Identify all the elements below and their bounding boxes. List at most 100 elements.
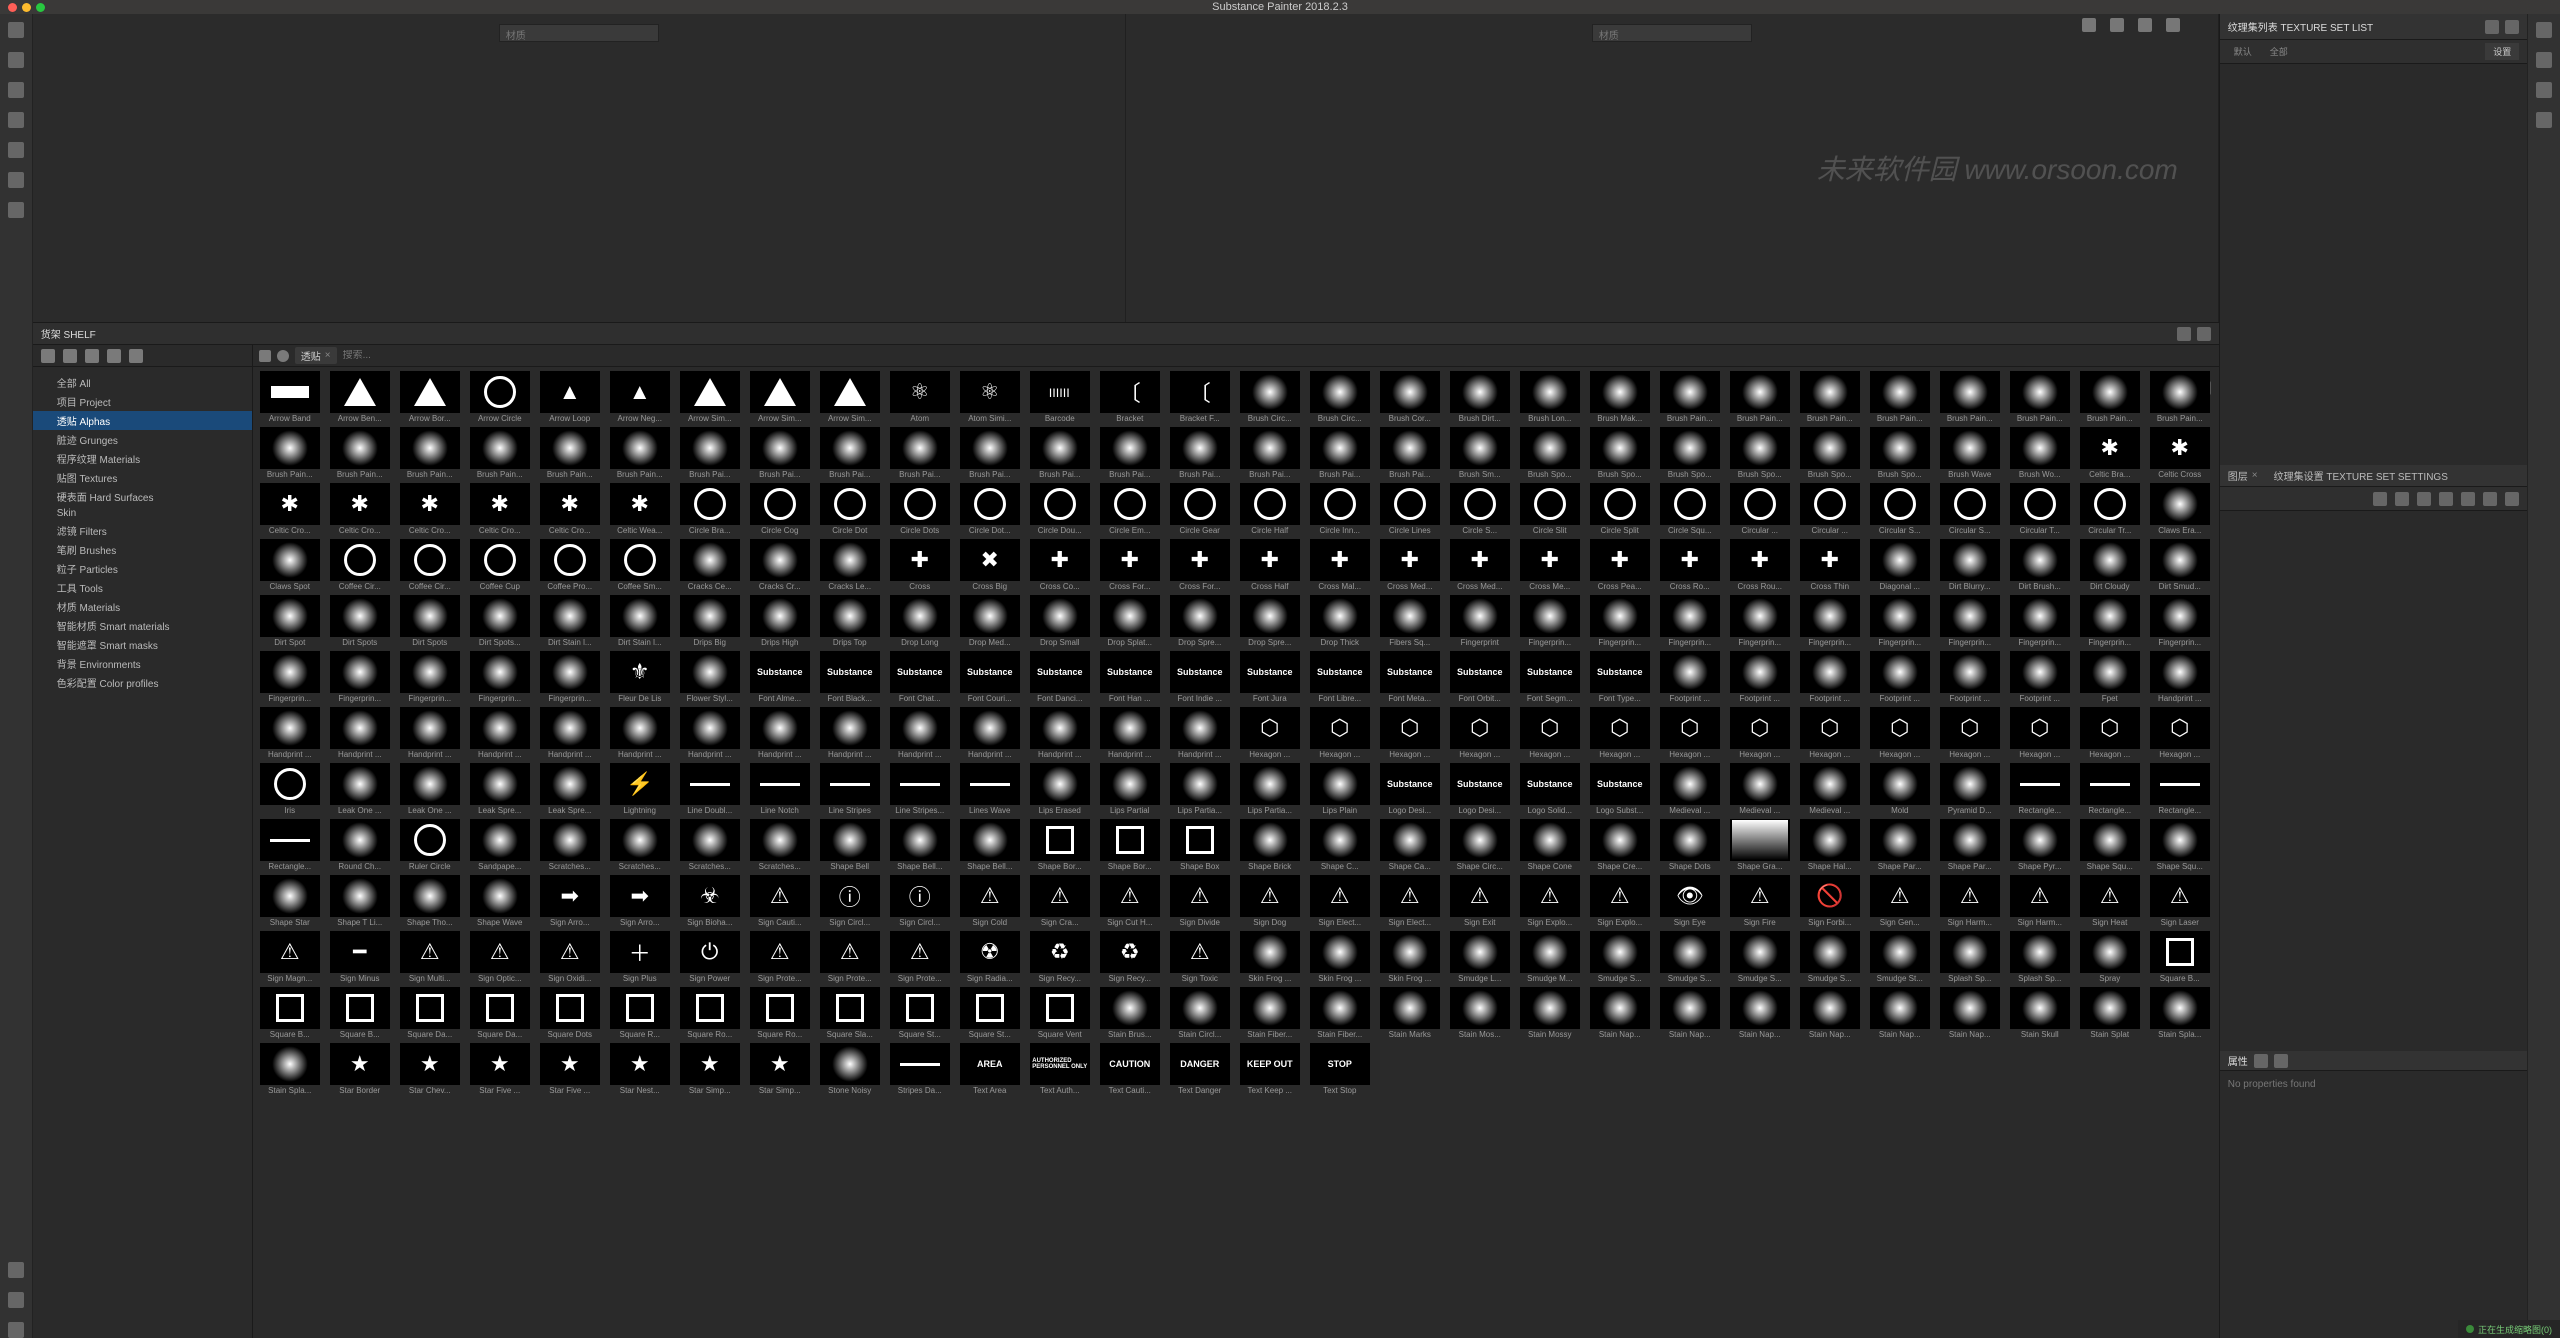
shelf-item[interactable]: Shape Dots <box>1657 819 1723 871</box>
shelf-item[interactable]: Lines Wave <box>957 763 1023 815</box>
shelf-item[interactable]: Handprint ... <box>1097 707 1163 759</box>
shelf-item[interactable]: Circle S... <box>1447 483 1513 535</box>
shelf-import-icon[interactable] <box>63 349 77 363</box>
shelf-item[interactable]: Handprint ... <box>677 707 743 759</box>
shelf-item[interactable]: SubstanceFont Jura <box>1237 651 1303 703</box>
shelf-item[interactable]: ★Star Simp... <box>677 1043 743 1095</box>
shelf-item[interactable]: STOPText Stop <box>1307 1043 1373 1095</box>
shelf-item[interactable]: ⬡Hexagon ... <box>2077 707 2143 759</box>
shelf-item[interactable]: Shape Cre... <box>1587 819 1653 871</box>
shelf-item[interactable]: ⬡Hexagon ... <box>2147 707 2213 759</box>
shelf-item[interactable]: Brush Spo... <box>1657 427 1723 479</box>
shelf-item[interactable]: Fingerprint <box>1447 595 1513 647</box>
add-smart-material-icon[interactable] <box>2417 492 2431 506</box>
shelf-item[interactable]: Brush Spo... <box>1797 427 1863 479</box>
shelf-item[interactable]: ✱Celtic Cross <box>2147 427 2213 479</box>
shelf-item[interactable]: Fingerprin... <box>1797 595 1863 647</box>
shelf-item[interactable]: Dirt Blurry... <box>1937 539 2003 591</box>
shelf-item[interactable]: Brush Pain... <box>1657 371 1723 423</box>
shelf-item[interactable]: Circle Dou... <box>1027 483 1093 535</box>
shelf-item[interactable]: Square Ro... <box>747 987 813 1039</box>
log-icon[interactable] <box>2536 112 2552 128</box>
shelf-item[interactable]: ✚Cross <box>887 539 953 591</box>
shelf-item[interactable]: ||||||Barcode <box>1027 371 1093 423</box>
shelf-close-icon[interactable] <box>2197 327 2211 341</box>
shelf-item[interactable]: Handprint ... <box>257 707 323 759</box>
shelf-item[interactable]: Circle Slit <box>1517 483 1583 535</box>
shelf-item[interactable]: Square B... <box>257 987 323 1039</box>
shelf-item[interactable]: ⚠Sign Optic... <box>467 931 533 983</box>
shelf-category[interactable]: 贴图 Textures <box>33 468 252 487</box>
shelf-category[interactable]: 项目 Project <box>33 392 252 411</box>
shelf-item[interactable]: Lips Plain <box>1307 763 1373 815</box>
shelf-item[interactable]: Rectangle... <box>2147 763 2213 815</box>
shelf-item[interactable]: Brush Pain... <box>1797 371 1863 423</box>
shelf-item[interactable]: ➡Sign Arro... <box>537 875 603 927</box>
shelf-item[interactable]: Drop Thick <box>1307 595 1373 647</box>
shelf-item[interactable]: Stain Brus... <box>1097 987 1163 1039</box>
shelf-item[interactable]: Fingerprin... <box>2077 595 2143 647</box>
panel-popout-icon[interactable] <box>2485 20 2499 34</box>
shelf-item[interactable]: Circle Squ... <box>1657 483 1723 535</box>
props-close-icon[interactable] <box>2274 1054 2288 1068</box>
shelf-item[interactable]: SubstanceFont Type... <box>1587 651 1653 703</box>
shelf-item[interactable]: Splash Sp... <box>1937 931 2003 983</box>
shelf-item[interactable]: Coffee Cir... <box>327 539 393 591</box>
shelf-item[interactable]: ⬡Hexagon ... <box>1307 707 1373 759</box>
paint-tool-icon[interactable] <box>8 22 24 38</box>
shelf-item[interactable]: SubstanceLogo Subst... <box>1587 763 1653 815</box>
shelf-item[interactable]: Stripes Da... <box>887 1043 953 1095</box>
shelf-item[interactable]: Footprint ... <box>1727 651 1793 703</box>
shelf-item[interactable]: Skin Frog ... <box>1307 931 1373 983</box>
shelf-item[interactable]: Shape Bor... <box>1097 819 1163 871</box>
shelf-category[interactable]: 脏迹 Grunges <box>33 430 252 449</box>
shelf-item[interactable]: ⚛Atom <box>887 371 953 423</box>
shelf-item[interactable]: Square St... <box>957 987 1023 1039</box>
shelf-item[interactable]: Shape Cone <box>1517 819 1583 871</box>
shelf-item[interactable]: Stain Nap... <box>1727 987 1793 1039</box>
eraser-tool-icon[interactable] <box>8 52 24 68</box>
shelf-popout-icon[interactable] <box>2177 327 2191 341</box>
shelf-item[interactable]: ★Star Simp... <box>747 1043 813 1095</box>
shelf-item[interactable]: ✚Cross Mal... <box>1307 539 1373 591</box>
shelf-item[interactable]: SubstanceLogo Desi... <box>1447 763 1513 815</box>
shelf-item[interactable]: Stain Mossy <box>1517 987 1583 1039</box>
shelf-item[interactable]: Brush Wave <box>1937 427 2003 479</box>
shelf-item[interactable]: Brush Pain... <box>1867 371 1933 423</box>
shelf-item[interactable]: ✖Cross Big <box>957 539 1023 591</box>
shelf-item[interactable]: Brush Dirt... <box>1447 371 1513 423</box>
shelf-item[interactable]: ⚠Sign Laser <box>2147 875 2213 927</box>
shelf-item[interactable]: ⏻Sign Power <box>677 931 743 983</box>
shelf-item[interactable]: Brush Pain... <box>397 427 463 479</box>
shelf-category[interactable]: 硬表面 Hard Surfaces <box>33 487 252 506</box>
shelf-item[interactable]: Brush Circ... <box>1237 371 1303 423</box>
shelf-item[interactable]: Brush Pai... <box>677 427 743 479</box>
shelf-item[interactable]: Fingerprin... <box>327 651 393 703</box>
shelf-item[interactable]: 〔Bracket <box>1097 371 1163 423</box>
shelf-item[interactable]: Dirt Spots... <box>467 595 533 647</box>
shelf-item[interactable]: Circle Inn... <box>1307 483 1373 535</box>
shelf-item[interactable]: Circular ... <box>1797 483 1863 535</box>
shelf-item[interactable]: Claws Spot <box>257 539 323 591</box>
shelf-item[interactable]: Leak One ... <box>397 763 463 815</box>
add-fill-layer-icon[interactable] <box>2395 492 2409 506</box>
camera-icon[interactable] <box>2138 18 2152 32</box>
shelf-item[interactable]: Circle Split <box>1587 483 1653 535</box>
shelf-item[interactable]: Square B... <box>327 987 393 1039</box>
shelf-item[interactable]: Shape Box <box>1167 819 1233 871</box>
shelf-item[interactable]: Square Da... <box>467 987 533 1039</box>
shelf-item[interactable]: Circle Lines <box>1377 483 1443 535</box>
shelf-category[interactable]: 透贴 Alphas <box>33 411 252 430</box>
shelf-item[interactable]: ⬡Hexagon ... <box>2007 707 2073 759</box>
shelf-item[interactable]: ▲Arrow Loop <box>537 371 603 423</box>
shelf-item[interactable]: Spray <box>2077 931 2143 983</box>
shelf-item[interactable]: Shape Tho... <box>397 875 463 927</box>
shelf-item[interactable]: Brush Pain... <box>1937 371 2003 423</box>
shelf-item[interactable]: ⚠Sign Cra... <box>1027 875 1093 927</box>
shelf-item[interactable]: Smudge L... <box>1447 931 1513 983</box>
shelf-item[interactable]: Lips Partia... <box>1167 763 1233 815</box>
shelf-item[interactable]: Round Ch... <box>327 819 393 871</box>
shelf-item[interactable]: Handprint ... <box>327 707 393 759</box>
add-effect-icon[interactable] <box>2483 492 2497 506</box>
filter-pill[interactable]: 透贴 × <box>295 347 337 364</box>
